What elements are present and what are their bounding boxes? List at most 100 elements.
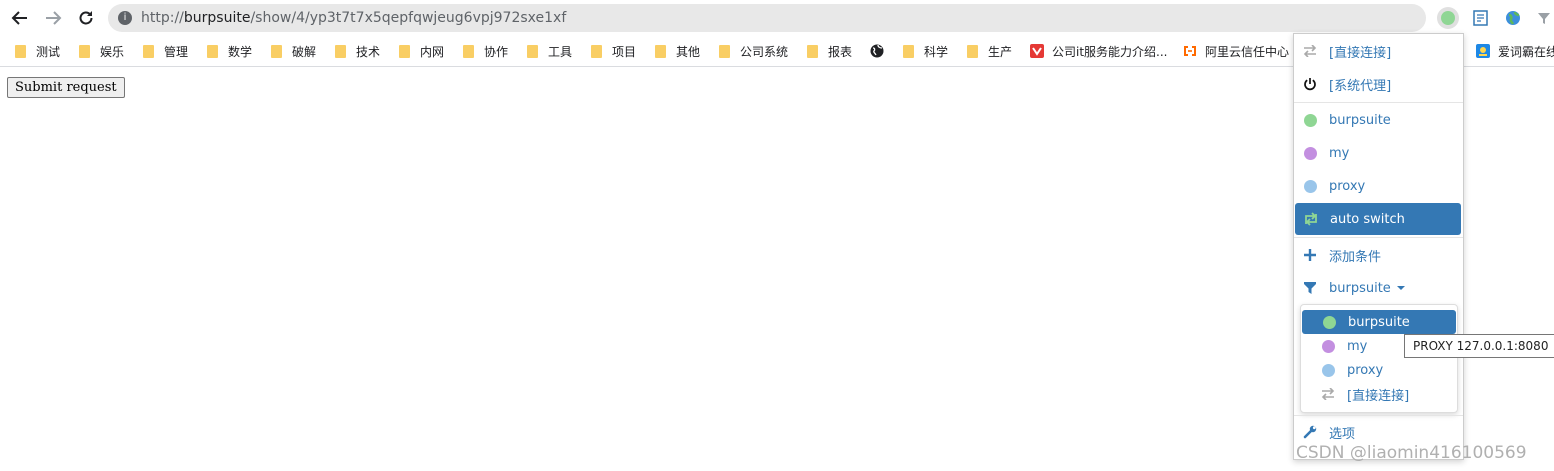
menu-item-label: [直接连接] [1329,45,1392,61]
menu-item-label: burpsuite [1329,112,1391,128]
menu-item-label: auto switch [1330,211,1405,227]
document-icon [1473,10,1488,26]
earth-icon [1506,11,1520,25]
bookmark-folder[interactable]: 项目 [591,43,636,59]
extensions-menu-button[interactable] [1532,6,1554,30]
submit-request-button[interactable]: Submit request [7,77,125,98]
menu-divider [1294,102,1463,103]
plus-icon [1302,247,1318,263]
url-text[interactable]: http://burpsuite/show/4/yp3t7t7x5qepfqwj… [141,10,566,26]
submenu-item-burpsuite[interactable]: burpsuite [1302,310,1456,334]
globe-icon [1320,362,1336,378]
bookmark-folder[interactable]: 协作 [463,43,508,59]
aliyun-icon [1184,46,1196,56]
proxy-switch-extension-button[interactable] [1436,6,1460,30]
folder-icon [719,44,730,58]
menu-item-label: burpsuite [1329,280,1391,296]
menu-item-auto-switch[interactable]: auto switch [1295,203,1461,235]
menu-item-profile-burpsuite[interactable]: burpsuite [1294,104,1463,136]
menu-divider [1294,237,1463,238]
address-bar[interactable]: i http://burpsuite/show/4/yp3t7t7x5qepfq… [108,4,1426,32]
bookmark-label: 破解 [292,44,317,59]
folder-icon [207,44,218,58]
menu-item-profile-proxy[interactable]: proxy [1294,170,1463,202]
url-path: /show/4/yp3t7t7x5qepfqwjeug6vpj972sxe1xf [250,10,567,26]
bookmark-folder[interactable]: 测试 [15,43,60,59]
bookmark-label: 数学 [228,44,253,59]
folder-icon [903,44,914,58]
bookmark-folder[interactable]: 内网 [399,43,444,59]
bookmark-site[interactable]: 公司it服务能力介绍... [1030,43,1167,59]
submenu-item-label: my [1347,338,1368,354]
arrow-right-icon [46,11,62,25]
bookmark-folder[interactable]: 生产 [967,43,1012,59]
menu-item-profile-my[interactable]: my [1294,137,1463,169]
bookmark-globe[interactable] [870,43,884,59]
globe-icon [1302,145,1318,161]
url-prefix: http:// [141,10,184,26]
menu-item-label: proxy [1329,178,1366,194]
menu-item-label: [系统代理] [1329,78,1392,94]
menu-item-direct-connection[interactable]: [直接连接] [1294,35,1463,67]
menu-item-label: my [1329,145,1350,161]
folder-icon [655,44,666,58]
bookmark-label: 报表 [828,44,853,59]
bookmark-folder[interactable]: 公司系统 [719,43,788,59]
reader-extension-button[interactable] [1469,6,1493,30]
menu-item-add-condition[interactable]: 添加条件 [1294,239,1463,271]
globe-extension-button[interactable] [1501,6,1525,30]
arrow-left-icon [11,11,27,25]
bookmark-folder[interactable]: 娱乐 [79,43,124,59]
globe-icon [1321,314,1337,330]
bookmark-label: 公司it服务能力介绍... [1052,44,1168,59]
filter-funnel-icon [1538,13,1550,24]
folder-icon [399,44,410,58]
forward-button[interactable] [41,6,65,30]
proxy-tooltip: PROXY 127.0.0.1:8080 [1404,334,1554,358]
info-icon[interactable]: i [118,11,132,25]
folder-icon [591,44,602,58]
bookmark-label: 协作 [484,44,509,59]
bookmark-label: 科学 [924,44,949,59]
proxy-status-icon [1437,7,1459,29]
bookmark-folder[interactable]: 报表 [807,43,852,59]
bookmark-label: 内网 [420,44,445,59]
watermark-text: CSDN @liaomin416100569 [1296,443,1527,463]
bookmark-site[interactable]: 爱词霸在线 [1476,43,1554,59]
back-button[interactable] [8,6,32,30]
reload-icon [79,11,93,25]
submenu-item-direct[interactable]: [直接连接] [1301,382,1457,406]
power-icon [1302,76,1318,92]
menu-item-rule-profile-dropdown[interactable]: burpsuite [1294,272,1463,304]
bookmark-label: 测试 [36,44,61,59]
caret-down-icon [1396,286,1405,290]
bookmark-folder[interactable]: 破解 [271,43,316,59]
submenu-item-proxy[interactable]: proxy [1301,358,1457,382]
bookmark-folder[interactable]: 管理 [143,43,188,59]
bookmark-folder[interactable]: 工具 [527,43,572,59]
proxy-switcher-popup: [直接连接] [系统代理] burpsuite my proxy auto sw… [1293,33,1464,460]
folder-icon [335,44,346,58]
folder-icon [143,44,154,58]
menu-item-label: 选项 [1329,426,1356,442]
menu-item-label: 添加条件 [1329,249,1382,265]
bookmark-label: 娱乐 [100,44,125,59]
transfer-arrows-icon [1302,43,1318,59]
bookmark-folder[interactable]: 其他 [655,43,700,59]
bookmark-folder[interactable]: 科学 [903,43,948,59]
globe-icon [1302,178,1318,194]
folder-icon [79,44,90,58]
filter-icon [1302,280,1318,296]
rule-profile-submenu: burpsuite my proxy [直接连接] [1300,304,1458,413]
folder-icon [967,44,978,58]
bookmark-folder[interactable]: 数学 [207,43,252,59]
reload-button[interactable] [74,6,98,30]
menu-item-system-proxy[interactable]: [系统代理] [1294,68,1463,100]
folder-icon [271,44,282,58]
bookmark-site[interactable]: 阿里云信任中心 [1183,43,1289,59]
folder-icon [807,44,818,58]
bookmark-folder[interactable]: 技术 [335,43,380,59]
transfer-arrows-icon [1320,386,1336,402]
wrench-icon [1302,424,1318,440]
url-host: burpsuite [183,10,251,26]
